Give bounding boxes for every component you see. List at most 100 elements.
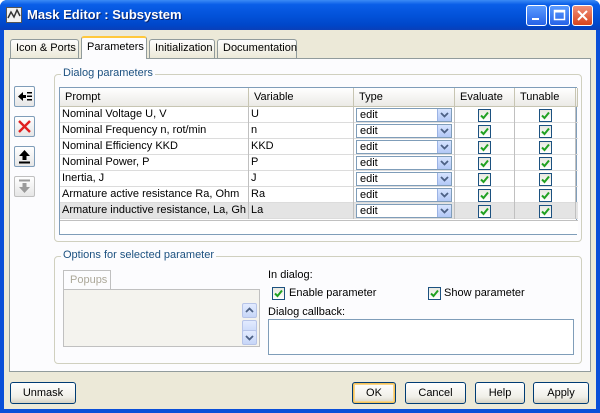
evaluate-checkbox[interactable]	[478, 157, 491, 170]
add-parameter-button[interactable]	[14, 86, 35, 107]
type-dropdown[interactable]: edit	[356, 172, 452, 186]
variable-cell[interactable]: J	[249, 171, 354, 187]
column-header-variable[interactable]: Variable	[249, 88, 354, 107]
prompt-cell[interactable]: Nominal Frequency n, rot/min	[60, 123, 249, 139]
evaluate-checkbox[interactable]	[478, 109, 491, 122]
evaluate-checkbox[interactable]	[478, 205, 491, 218]
variable-cell[interactable]: n	[249, 123, 354, 139]
type-dropdown[interactable]: edit	[356, 124, 452, 138]
title-bar[interactable]: Mask Editor : Subsystem	[0, 0, 600, 30]
chevron-down-icon[interactable]	[437, 125, 451, 137]
table-row[interactable]: Nominal Power, P Pedit	[60, 155, 578, 171]
type-value: edit	[360, 205, 378, 217]
move-up-button[interactable]	[14, 146, 35, 167]
scroll-down-button[interactable]	[242, 330, 257, 345]
prompt-cell[interactable]: Nominal Power, P	[60, 155, 249, 171]
checkmark-icon	[541, 191, 550, 200]
popups-tab[interactable]: Popups	[63, 270, 111, 290]
type-dropdown[interactable]: edit	[356, 188, 452, 202]
chevron-up-icon	[245, 307, 254, 313]
tunable-checkbox[interactable]	[539, 205, 552, 218]
tunable-cell	[515, 139, 576, 155]
tunable-checkbox[interactable]	[539, 189, 552, 202]
table-row[interactable]: Armature inductive resistance, La, Gh La e…	[60, 203, 578, 219]
delete-icon	[18, 120, 31, 133]
tunable-cell	[515, 187, 576, 203]
ok-button[interactable]: OK	[352, 382, 396, 404]
table-row[interactable]: Inertia, J Jedit	[60, 171, 578, 187]
tunable-checkbox[interactable]	[539, 109, 552, 122]
tunable-checkbox[interactable]	[539, 157, 552, 170]
minimize-button[interactable]	[526, 5, 547, 26]
table-row[interactable]: Nominal Voltage U, V Uedit	[60, 107, 578, 123]
variable-cell[interactable]: U	[249, 107, 354, 123]
popups-list[interactable]	[63, 289, 260, 347]
type-dropdown[interactable]: edit	[356, 204, 452, 218]
evaluate-cell	[455, 123, 515, 139]
evaluate-checkbox[interactable]	[478, 189, 491, 202]
tab-documentation[interactable]: Documentation	[217, 39, 297, 58]
tunable-checkbox[interactable]	[539, 141, 552, 154]
checkmark-icon	[480, 159, 489, 168]
chevron-down-icon[interactable]	[437, 173, 451, 185]
chevron-down-icon	[245, 335, 254, 341]
show-parameter-checkbox[interactable]	[428, 287, 441, 300]
enable-parameter-checkbox[interactable]	[272, 287, 285, 300]
evaluate-cell	[455, 139, 515, 155]
prompt-cell[interactable]: Inertia, J	[60, 171, 249, 187]
table-row[interactable]: Nominal Frequency n, rot/min n edit	[60, 123, 578, 139]
chevron-down-icon[interactable]	[437, 109, 451, 121]
checkmark-icon	[541, 111, 550, 120]
variable-cell[interactable]: P	[249, 155, 354, 171]
maximize-button[interactable]	[549, 5, 570, 26]
add-parameter-icon	[18, 92, 32, 101]
apply-button[interactable]: Apply	[533, 382, 589, 404]
tunable-checkbox[interactable]	[539, 125, 552, 138]
variable-cell[interactable]: KKD	[249, 139, 354, 155]
type-dropdown[interactable]: edit	[356, 108, 452, 122]
evaluate-cell	[455, 171, 515, 187]
variable-cell[interactable]: La	[249, 203, 354, 219]
chevron-down-icon[interactable]	[437, 141, 451, 153]
prompt-cell[interactable]: Armature active resistance Ra, Ohm	[60, 187, 249, 203]
column-header-prompt[interactable]: Prompt	[60, 88, 249, 107]
prompt-cell[interactable]: Nominal Efficiency KKD	[60, 139, 249, 155]
dialog-callback-field[interactable]	[268, 319, 574, 355]
move-down-button[interactable]	[14, 176, 35, 197]
table-row[interactable]: Nominal Efficiency KKD KKD edit	[60, 139, 578, 155]
close-icon	[577, 10, 588, 21]
unmask-button[interactable]: Unmask	[10, 382, 76, 404]
tunable-checkbox[interactable]	[539, 173, 552, 186]
type-dropdown[interactable]: edit	[356, 140, 452, 154]
type-cell: edit	[354, 139, 455, 155]
evaluate-checkbox[interactable]	[478, 141, 491, 154]
variable-cell[interactable]: Ra	[249, 187, 354, 203]
chevron-down-icon[interactable]	[437, 189, 451, 201]
window-title: Mask Editor : Subsystem	[27, 7, 182, 22]
type-dropdown[interactable]: edit	[356, 156, 452, 170]
type-cell: edit	[354, 107, 455, 123]
tab-icon-ports[interactable]: Icon & Ports	[10, 39, 79, 58]
tab-parameters[interactable]: Parameters	[81, 36, 147, 59]
chevron-down-icon[interactable]	[437, 205, 451, 217]
close-button[interactable]	[572, 5, 593, 26]
evaluate-cell	[455, 107, 515, 123]
evaluate-checkbox[interactable]	[478, 125, 491, 138]
scroll-up-button[interactable]	[242, 303, 257, 318]
type-value: edit	[360, 141, 378, 153]
help-button[interactable]: Help	[475, 382, 525, 404]
tab-initialization[interactable]: Initialization	[149, 39, 215, 58]
cancel-button[interactable]: Cancel	[405, 382, 466, 404]
chevron-down-icon[interactable]	[437, 157, 451, 169]
delete-parameter-button[interactable]	[14, 116, 35, 137]
prompt-cell[interactable]: Armature inductive resistance, La, Gh	[60, 203, 249, 219]
evaluate-checkbox[interactable]	[478, 173, 491, 186]
checkmark-icon	[274, 289, 283, 298]
table-row[interactable]: Armature active resistance Ra, Ohm Ra edit	[60, 187, 578, 203]
prompt-cell[interactable]: Nominal Voltage U, V	[60, 107, 249, 123]
column-header-type[interactable]: Type	[354, 88, 455, 107]
evaluate-cell	[455, 203, 515, 219]
column-header-tunable[interactable]: Tunable	[515, 88, 576, 107]
column-header-evaluate[interactable]: Evaluate	[455, 88, 515, 107]
checkmark-icon	[480, 143, 489, 152]
